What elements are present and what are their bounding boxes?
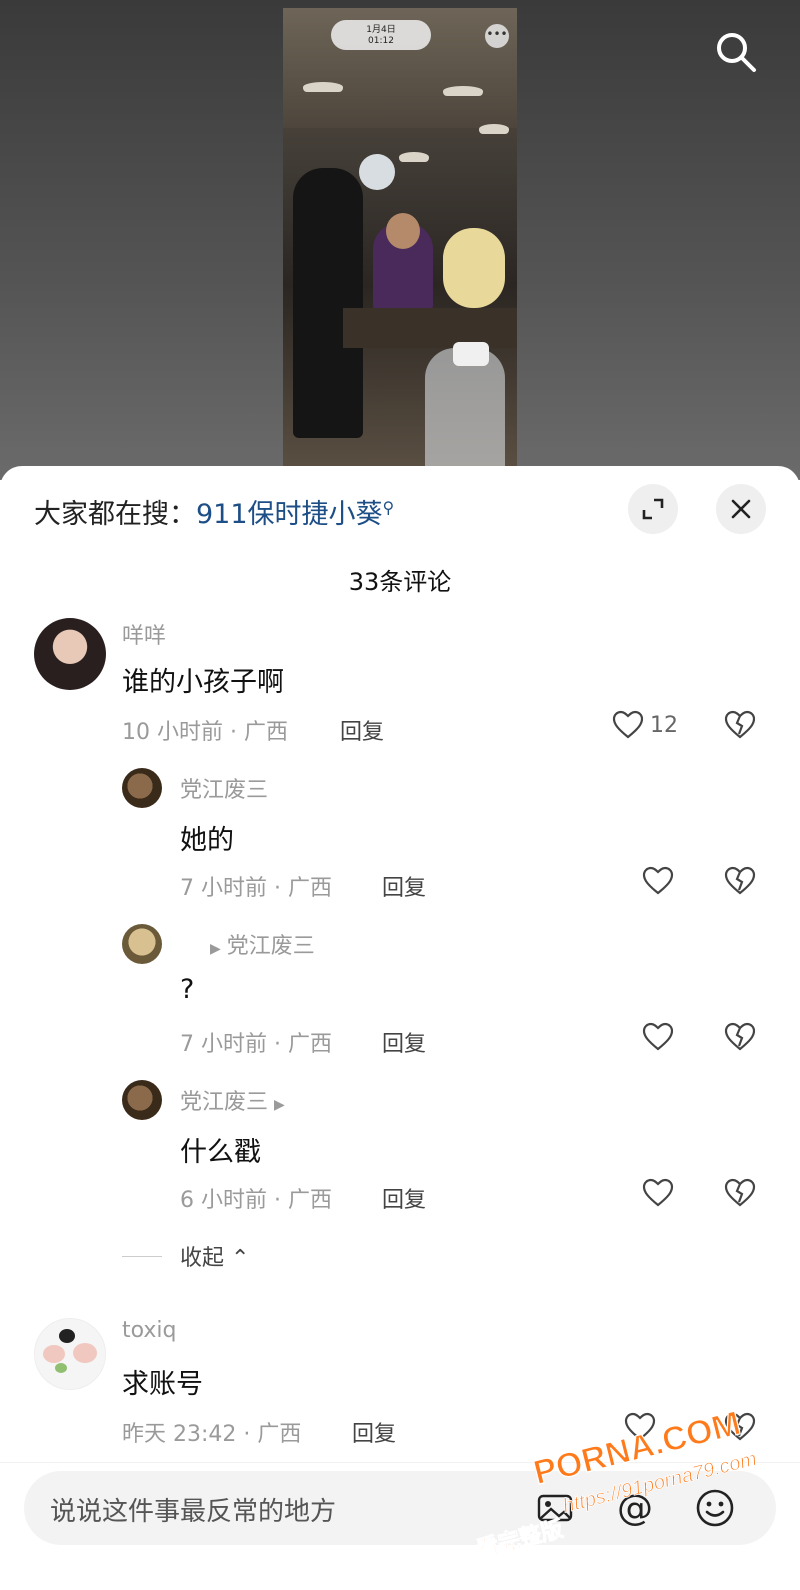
video-more-icon: ••• [485,24,509,48]
broken-heart-icon [724,1022,756,1051]
trending-search-prefix: 大家都在搜： [34,499,196,530]
video-figure-plush [443,228,505,308]
video-lamp [479,124,509,134]
reply-target-username[interactable]: 党江废三 [227,934,315,959]
video-background: 1月4日 01:12 ••• [0,0,800,480]
comment-count: 33条评论 [348,568,452,596]
avatar[interactable] [34,1318,106,1390]
video-bottle [425,348,505,470]
avatar[interactable] [34,618,106,690]
comment-username[interactable]: 咩咩 [122,618,166,650]
collapse-label: 收起 [180,1246,225,1271]
image-icon [537,1494,573,1522]
video-figure-hairnet [359,154,395,190]
video-lamp [443,86,483,96]
reply-button[interactable]: 回复 [382,1026,426,1058]
reply-button[interactable]: 回复 [382,870,426,902]
close-icon [731,499,751,519]
comment-username[interactable]: 党江废三 [180,772,268,804]
heart-icon [624,1412,656,1441]
heart-icon [642,1178,674,1207]
like-button[interactable]: 12 [612,710,678,740]
avatar[interactable] [122,768,162,808]
comment-text: 求账号 [122,1369,203,1400]
dislike-button[interactable] [724,710,756,744]
like-button[interactable] [624,1412,656,1442]
video-date-pill: 1月4日 01:12 [331,20,431,50]
emoji-icon [696,1489,734,1527]
comment-input[interactable]: 说说这件事最反常的地方 @ [24,1471,776,1545]
heart-icon [612,710,644,739]
comment-meta: 7 小时前 · 广西 [180,876,332,901]
avatar[interactable] [122,1080,162,1120]
like-count: 12 [650,712,678,738]
comment-text: ? [180,974,195,1005]
comment-meta: 6 小时前 · 广西 [180,1188,332,1213]
comment-text: 她的 [180,825,234,856]
trending-search[interactable]: 大家都在搜：911保时捷小葵⚲ [34,492,394,531]
image-button[interactable] [534,1487,576,1529]
video-lamp [399,152,429,162]
comment-meta: 昨天 23:42 · 广西 [122,1422,302,1447]
reply-button[interactable]: 回复 [340,714,384,746]
video-bottle-cap [453,342,489,366]
reply-arrow-icon: ▶ [274,1097,285,1113]
comment-username[interactable]: 党江废三 [180,1090,268,1115]
video-lamp [303,82,343,92]
chevron-up-icon: ⌃ [231,1246,250,1271]
comment-meta: 7 小时前 · 广西 [180,1032,332,1057]
search-icon [717,33,756,72]
collapse-replies-button[interactable]: 收起 ⌃ [180,1240,249,1272]
reply-button[interactable]: 回复 [352,1416,396,1448]
trending-search-keyword[interactable]: 911保时捷小葵 [196,499,383,530]
expand-button[interactable] [628,484,678,534]
video-time: 01:12 [368,36,394,46]
comment-text: 什么戳 [180,1137,261,1168]
comment-input-bar: 说说这件事最反常的地方 @ [0,1462,800,1590]
video-date: 1月4日 [366,25,396,35]
like-button[interactable] [642,1178,674,1208]
collapse-divider [122,1256,162,1257]
reply-button[interactable]: 回复 [382,1182,426,1214]
avatar[interactable] [122,924,162,964]
expand-icon [642,498,664,520]
dislike-button[interactable] [724,1412,756,1446]
dislike-button[interactable] [724,1022,756,1056]
emoji-button[interactable] [694,1487,736,1529]
reply-arrow-icon: ▶ [210,941,221,957]
comment-username[interactable]: toxiq [122,1318,177,1343]
video-player[interactable]: 1月4日 01:12 ••• [283,8,517,470]
close-button[interactable] [716,484,766,534]
like-button[interactable] [642,866,674,896]
dislike-button[interactable] [724,866,756,900]
dislike-button[interactable] [724,1178,756,1212]
search-button[interactable] [712,28,760,76]
comment-text: 谁的小孩子啊 [122,667,284,698]
like-button[interactable] [642,1022,674,1052]
broken-heart-icon [724,1412,756,1441]
broken-heart-icon [724,1178,756,1207]
keyword-search-icon: ⚲ [382,498,395,517]
comment-sheet: 大家都在搜：911保时捷小葵⚲ 33条评论 咩咩 谁的小孩子啊 10 小时前 ·… [0,466,800,1590]
comment-reply-target: ▶ 党江废三 [204,928,315,960]
at-button[interactable]: @ [614,1487,656,1529]
heart-icon [642,866,674,895]
comment-input-placeholder: 说说这件事最反常的地方 [50,1497,337,1527]
heart-icon [642,1022,674,1051]
video-figure-worker [293,168,363,438]
video-figure-child-head [386,213,420,249]
video-table [343,308,517,348]
broken-heart-icon [724,710,756,739]
at-icon: @ [617,1487,653,1529]
comment-meta: 10 小时前 · 广西 [122,720,288,745]
comment-username-row: 党江废三 ▶ [180,1084,291,1116]
broken-heart-icon [724,866,756,895]
